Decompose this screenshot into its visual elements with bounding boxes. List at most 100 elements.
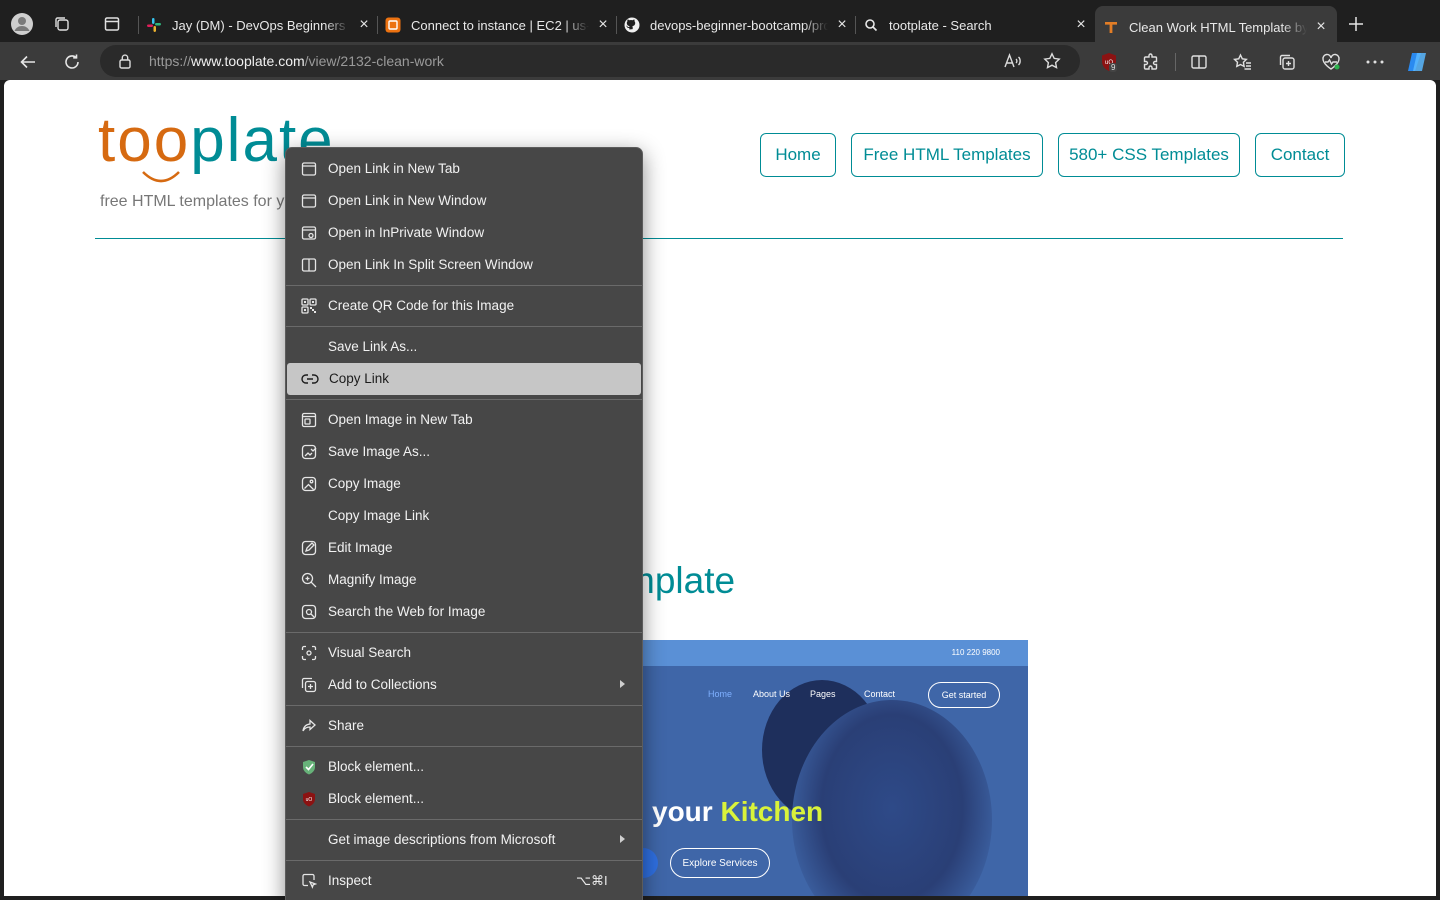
- menu-open-split-screen[interactable]: Open Link In Split Screen Window: [286, 250, 642, 280]
- menu-save-link-as[interactable]: Save Link As...: [286, 332, 642, 362]
- close-tab-icon[interactable]: ×: [356, 16, 372, 33]
- svg-text:uO: uO: [306, 797, 313, 803]
- address-bar[interactable]: https://www.tooplate.com/view/2132-clean…: [100, 45, 1080, 77]
- image-search-icon: [300, 603, 318, 621]
- tab-title: tootplate - Search: [889, 17, 992, 33]
- tab-title: Jay (DM) - DevOps Beginners Community: [172, 17, 350, 33]
- menu-open-image-new-tab[interactable]: Open Image in New Tab: [286, 405, 642, 435]
- tab-title: Clean Work HTML Template by Tooplate: [1129, 19, 1307, 35]
- menu-create-qr-code[interactable]: Create QR Code for this Image: [286, 291, 642, 321]
- read-aloud-icon[interactable]: [1003, 52, 1023, 75]
- link-icon: [301, 370, 319, 388]
- url-text[interactable]: https://www.tooplate.com/view/2132-clean…: [149, 53, 444, 69]
- lock-icon[interactable]: [118, 53, 132, 74]
- save-image-icon: [300, 443, 318, 461]
- menu-copy-link[interactable]: Copy Link: [287, 363, 641, 395]
- preview-nav-contact: Contact: [864, 689, 896, 699]
- preview-explore-services: Explore Services: [670, 848, 770, 878]
- tab-aws[interactable]: Connect to instance | EC2 | us-east-1 ×: [385, 8, 611, 42]
- preview-nav-pages: Pages: [810, 689, 836, 699]
- tab-search[interactable]: tootplate - Search ×: [863, 8, 1089, 42]
- copilot-icon[interactable]: [1403, 48, 1431, 76]
- slack-icon: [146, 17, 162, 33]
- more-options-icon[interactable]: [1361, 48, 1389, 76]
- menu-visual-search[interactable]: Visual Search: [286, 638, 642, 668]
- menu-block-element-adguard[interactable]: Block element...: [286, 752, 642, 782]
- browser-essentials-icon[interactable]: [1317, 48, 1345, 76]
- submenu-arrow-icon: [620, 835, 625, 843]
- navigation-bar: https://www.tooplate.com/view/2132-clean…: [0, 42, 1440, 80]
- new-tab-icon: [300, 160, 318, 178]
- github-icon: [624, 17, 640, 33]
- share-icon: [300, 717, 318, 735]
- menu-open-link-new-window[interactable]: Open Link in New Window: [286, 186, 642, 216]
- qr-code-icon: [300, 297, 318, 315]
- search-icon: [863, 17, 879, 33]
- tab-slack[interactable]: Jay (DM) - DevOps Beginners Community ×: [146, 8, 372, 42]
- menu-share[interactable]: Share: [286, 711, 642, 741]
- submenu-arrow-icon: [620, 680, 625, 688]
- shortcut-text: ⌥⌘I: [576, 873, 608, 888]
- menu-search-web-for-image[interactable]: Search the Web for Image: [286, 597, 642, 627]
- extensions-icon[interactable]: [1137, 48, 1165, 76]
- adguard-icon: [300, 758, 318, 776]
- favorites-icon[interactable]: [1229, 48, 1257, 76]
- menu-add-to-collections[interactable]: Add to Collections: [286, 670, 642, 700]
- close-tab-icon[interactable]: ×: [1073, 16, 1089, 33]
- menu-save-image-as[interactable]: Save Image As...: [286, 437, 642, 467]
- nav-css-templates[interactable]: 580+ CSS Templates: [1058, 133, 1240, 177]
- collections-icon: [300, 676, 318, 694]
- tab-title: devops-beginner-bootcamp/project: [650, 17, 828, 33]
- menu-get-image-descriptions[interactable]: Get image descriptions from Microsoft: [286, 825, 642, 855]
- ublock-icon: uO: [300, 790, 318, 808]
- preview-nav-home: Home: [708, 689, 733, 699]
- refresh-icon[interactable]: [58, 48, 86, 76]
- copy-image-icon: [300, 475, 318, 493]
- menu-edit-image[interactable]: Edit Image: [286, 533, 642, 563]
- inprivate-icon: [300, 224, 318, 242]
- menu-copy-image-link[interactable]: Copy Image Link: [286, 501, 642, 531]
- menu-inspect[interactable]: Inspect ⌥⌘I: [286, 866, 642, 896]
- tooplate-icon: [1103, 19, 1119, 35]
- close-tab-icon[interactable]: ×: [595, 16, 611, 33]
- menu-magnify-image[interactable]: Magnify Image: [286, 565, 642, 595]
- visual-search-icon: [300, 644, 318, 662]
- tab-title: Connect to instance | EC2 | us-east-1: [411, 17, 589, 33]
- template-preview-image[interactable]: 110 220 9800 Home About Us Pages Contact…: [642, 640, 1028, 896]
- context-menu: Open Link in New Tab Open Link in New Wi…: [285, 147, 643, 900]
- tab-github[interactable]: devops-beginner-bootcamp/project ×: [624, 8, 850, 42]
- menu-copy-image[interactable]: Copy Image: [286, 469, 642, 499]
- new-tab-icon[interactable]: [1343, 11, 1369, 37]
- new-window-icon: [300, 192, 318, 210]
- image-new-tab-icon: [300, 411, 318, 429]
- nav-home[interactable]: Home: [760, 133, 836, 177]
- menu-open-inprivate[interactable]: Open in InPrivate Window: [286, 218, 642, 248]
- tab-strip: Jay (DM) - DevOps Beginners Community × …: [0, 0, 1440, 48]
- ublock-extension-icon[interactable]: uO 9: [1095, 48, 1123, 76]
- split-screen-icon: [300, 256, 318, 274]
- web-page: tooplate free HTML templates for you Hom…: [4, 80, 1436, 896]
- preview-headline: your Kitchen: [652, 796, 824, 827]
- logo-smile-icon: [142, 171, 180, 183]
- collections-icon[interactable]: [1273, 48, 1301, 76]
- split-screen-icon[interactable]: [1185, 48, 1213, 76]
- extension-badge: 9: [1109, 63, 1118, 72]
- preview-get-started: Get started: [928, 682, 1000, 708]
- nav-contact[interactable]: Contact: [1255, 133, 1345, 177]
- site-tagline: free HTML templates for you: [100, 193, 303, 210]
- nav-free-html-templates[interactable]: Free HTML Templates: [851, 133, 1043, 177]
- edit-image-icon: [300, 539, 318, 557]
- favorite-star-icon[interactable]: [1043, 52, 1061, 75]
- workspaces-icon[interactable]: [49, 11, 75, 37]
- menu-block-element-ublock[interactable]: uO Block element...: [286, 784, 642, 814]
- magnify-icon: [300, 571, 318, 589]
- menu-open-link-new-tab[interactable]: Open Link in New Tab: [286, 154, 642, 184]
- back-icon[interactable]: [14, 48, 42, 76]
- close-tab-icon[interactable]: ×: [1313, 18, 1329, 35]
- aws-icon: [385, 17, 401, 33]
- inspect-icon: [300, 872, 318, 890]
- tab-actions-icon[interactable]: [99, 11, 125, 37]
- preview-nav-about: About Us: [753, 689, 791, 699]
- close-tab-icon[interactable]: ×: [834, 16, 850, 33]
- profile-avatar-icon[interactable]: [9, 11, 35, 37]
